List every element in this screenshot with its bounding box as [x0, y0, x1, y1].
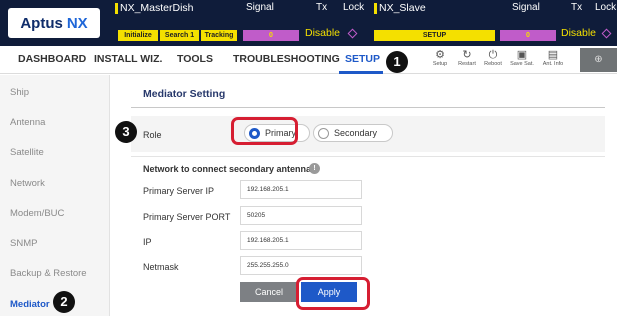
callout-2: 2 [53, 291, 75, 313]
info-icon[interactable]: ! [309, 163, 320, 174]
sidebar-item-backup-restore[interactable]: Backup & Restore [10, 268, 87, 279]
role-label: Role [143, 130, 162, 140]
callout-1: 1 [386, 51, 408, 73]
tool-label: Reboot [484, 61, 502, 67]
tool-label: Setup [432, 61, 448, 67]
sidebar-item-snmp[interactable]: SNMP [10, 238, 37, 249]
radio-selected-icon [249, 128, 260, 139]
slave-lock-label: Lock [595, 2, 617, 13]
slave-tx-value: Disable [561, 27, 597, 39]
netmask-input[interactable]: 255.255.255.0 [240, 256, 362, 275]
master-signal-label: Signal [246, 2, 274, 13]
nav-troubleshooting[interactable]: TROUBLESHOOTING [233, 53, 340, 65]
top-status-bar: Aptus NX NX_MasterDish Initialize Search… [0, 0, 617, 46]
callout-3: 3 [115, 121, 137, 143]
master-signal-value: 0 [243, 30, 299, 41]
gear-icon: ⚙ [435, 49, 445, 61]
network-section-heading: Network to connect secondary antenna [143, 164, 312, 174]
nav-setup[interactable]: SETUP [345, 53, 380, 65]
primary-server-ip-input[interactable]: 192.168.205.1 [240, 180, 362, 199]
section-divider [131, 156, 605, 157]
nav-active-indicator [339, 71, 383, 74]
sidebar-item-satellite[interactable]: Satellite [10, 147, 44, 158]
nav-install-wizard[interactable]: INSTALL WIZ. [94, 53, 162, 65]
ip-label: IP [143, 237, 152, 247]
master-status-tracking: Tracking [201, 30, 237, 41]
sidebar: Ship Antenna Satellite Network Modem/BUC… [0, 75, 110, 316]
slave-lock-indicator [601, 28, 612, 39]
reboot-tool-button[interactable]: ⏻ Reboot [478, 49, 508, 67]
primary-server-port-input[interactable]: 50205 [240, 206, 362, 225]
slave-tx-label: Tx [571, 2, 583, 13]
master-status-initialize: Initialize [118, 30, 158, 41]
sidebar-item-mediator[interactable]: Mediator [10, 299, 50, 310]
ip-input[interactable]: 192.168.205.1 [240, 231, 362, 250]
master-antenna-name[interactable]: NX_MasterDish [115, 2, 194, 14]
master-status-search: Search 1 [160, 30, 199, 41]
primary-server-ip-label: Primary Server IP [143, 186, 215, 196]
slave-antenna-name[interactable]: NX_Slave [374, 2, 426, 14]
sidebar-item-modem-buc[interactable]: Modem/BUC [10, 208, 64, 219]
master-lock-label: Lock [343, 2, 365, 13]
setup-tool-button[interactable]: ⚙ Setup [425, 49, 455, 67]
app-logo[interactable]: Aptus NX [8, 8, 100, 38]
save-icon: ▣ [516, 49, 528, 61]
slave-status-setup: SETUP [374, 30, 495, 41]
master-tx-value: Disable [305, 27, 341, 39]
role-primary-label: Primary [265, 128, 296, 138]
slave-signal-label: Signal [512, 2, 540, 13]
page-title: Mediator Setting [143, 88, 226, 100]
lock-icon: ⊕ [594, 54, 603, 65]
mediator-panel: Mediator Setting Role Primary Secondary … [111, 75, 617, 316]
sidebar-item-network[interactable]: Network [10, 178, 45, 189]
main-nav: DASHBOARD INSTALL WIZ. TOOLS TROUBLESHOO… [0, 46, 617, 74]
master-tx-label: Tx [316, 2, 328, 13]
radio-unselected-icon [318, 128, 329, 139]
nav-tools[interactable]: TOOLS [177, 53, 213, 65]
tool-label: Save Sat. [510, 61, 534, 67]
logo-accent: NX [66, 14, 88, 32]
nav-dashboard[interactable]: DASHBOARD [18, 53, 86, 65]
role-row: Role Primary Secondary [131, 116, 605, 152]
logo-text: Aptus [20, 14, 63, 32]
antenna-info-icon: ▤ [547, 49, 559, 61]
lock-settings-button[interactable]: ⊕ [580, 48, 617, 72]
role-secondary-label: Secondary [334, 128, 378, 138]
master-lock-indicator [347, 28, 358, 39]
tool-label: Ant. Info [542, 61, 564, 67]
primary-server-port-label: Primary Server PORT [143, 212, 231, 222]
sidebar-item-ship[interactable]: Ship [10, 87, 29, 98]
title-divider [131, 107, 605, 108]
sidebar-item-antenna[interactable]: Antenna [10, 117, 45, 128]
cancel-button[interactable]: Cancel [240, 282, 298, 302]
role-secondary-radio[interactable]: Secondary [313, 124, 393, 142]
netmask-label: Netmask [143, 262, 179, 272]
save-sat-tool-button[interactable]: ▣ Save Sat. [507, 49, 537, 67]
slave-signal-value: 0 [500, 30, 556, 41]
power-icon: ⏻ [488, 49, 498, 61]
apply-button[interactable]: Apply [301, 282, 357, 302]
role-primary-radio[interactable]: Primary [244, 124, 310, 142]
ant-info-tool-button[interactable]: ▤ Ant. Info [538, 49, 568, 67]
